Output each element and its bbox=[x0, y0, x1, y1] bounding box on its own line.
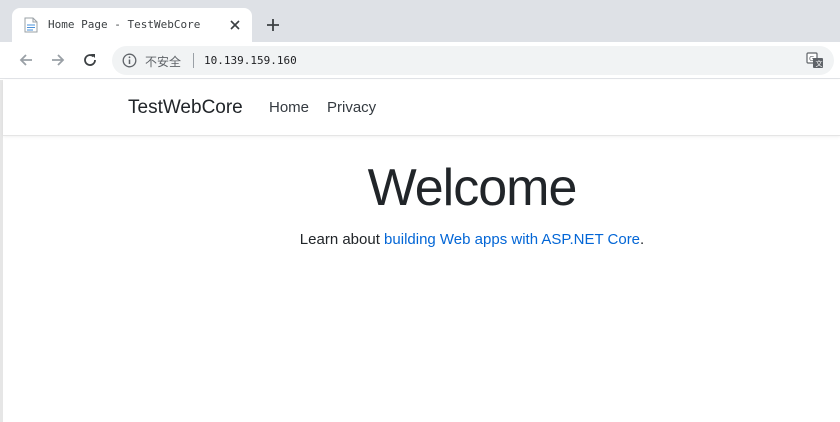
close-icon[interactable] bbox=[227, 17, 243, 33]
security-status-label[interactable]: 不安全 bbox=[145, 53, 181, 70]
site-navbar: TestWebCore Home Privacy bbox=[3, 80, 840, 136]
browser-toolbar: 不安全 10.139.159.160 G 文 bbox=[0, 42, 840, 79]
intro-suffix: . bbox=[640, 231, 645, 248]
arrow-right-icon[interactable] bbox=[48, 50, 68, 70]
plus-icon[interactable] bbox=[262, 14, 284, 36]
tab-title: Home Page - TestWebCore bbox=[48, 18, 201, 31]
page-heading: Welcome bbox=[367, 159, 578, 217]
svg-text:文: 文 bbox=[816, 59, 823, 68]
arrow-left-icon[interactable] bbox=[16, 50, 36, 70]
reload-icon[interactable] bbox=[80, 50, 100, 70]
svg-text:G: G bbox=[809, 55, 814, 63]
nav-link-privacy[interactable]: Privacy bbox=[327, 99, 376, 116]
aspnet-docs-link[interactable]: building Web apps with ASP.NET Core bbox=[384, 231, 640, 248]
address-bar[interactable]: 不安全 10.139.159.160 G 文 bbox=[112, 46, 834, 75]
translate-icon[interactable]: G 文 bbox=[806, 52, 824, 69]
document-icon bbox=[24, 17, 38, 33]
info-icon[interactable] bbox=[122, 53, 137, 68]
site-brand-link[interactable]: TestWebCore bbox=[128, 97, 243, 119]
intro-prefix: Learn about bbox=[299, 231, 385, 248]
browser-tab-strip: Home Page - TestWebCore bbox=[0, 0, 840, 42]
url-text[interactable]: 10.139.159.160 bbox=[204, 54, 297, 67]
browser-tab[interactable]: Home Page - TestWebCore bbox=[12, 8, 252, 42]
page-viewport: TestWebCore Home Privacy Welcome Learn a… bbox=[0, 80, 840, 422]
nav-link-home[interactable]: Home bbox=[269, 99, 309, 116]
intro-paragraph: Learn about building Web apps with ASP.N… bbox=[0, 231, 840, 248]
omnibox-divider bbox=[193, 53, 194, 68]
